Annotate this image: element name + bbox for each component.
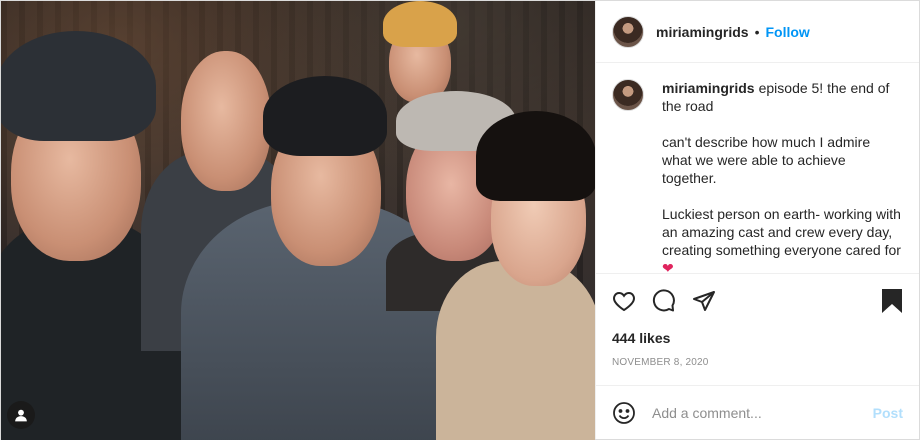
caption-line-3: Luckiest person on earth- working with a…: [662, 205, 903, 273]
comments-section: miriamingrids episode 5! the end of the r…: [596, 63, 919, 273]
caption-username[interactable]: miriamingrids: [662, 80, 755, 96]
tagged-users-button[interactable]: [7, 401, 35, 429]
share-button[interactable]: [692, 281, 732, 321]
smiley-face-icon: [613, 401, 635, 424]
follow-button[interactable]: Follow: [766, 24, 810, 40]
broken-heart-emoji-icon: ❤: [662, 260, 674, 273]
action-bar: [596, 273, 919, 327]
instagram-post: miriamingrids • Follow miriamingrids epis…: [0, 0, 920, 440]
bookmark-icon: [882, 288, 902, 313]
post-date[interactable]: NOVEMBER 8, 2020: [596, 349, 919, 385]
header-separator: •: [754, 23, 760, 40]
caption-avatar[interactable]: [612, 79, 644, 111]
post-header: miriamingrids • Follow: [596, 1, 919, 63]
post-details-panel: miriamingrids • Follow miriamingrids epis…: [595, 1, 919, 439]
person-tag-icon: [15, 409, 27, 422]
photo-person-6: [436, 111, 595, 440]
like-button[interactable]: [612, 281, 652, 321]
post-comment-button[interactable]: Post: [873, 405, 903, 421]
caption-third-line: Luckiest person on earth- working with a…: [662, 206, 901, 258]
add-comment-bar: Post: [596, 385, 919, 439]
caption: miriamingrids episode 5! the end of the r…: [612, 79, 903, 273]
emoji-picker-button[interactable]: [612, 401, 652, 425]
heart-outline-icon: [613, 291, 635, 311]
caption-line-2: can't describe how much I admire what we…: [662, 134, 871, 186]
comment-button[interactable]: [652, 281, 692, 321]
comment-bubble-icon: [652, 288, 675, 311]
save-button[interactable]: [863, 281, 903, 321]
paper-plane-icon: [693, 290, 715, 311]
caption-text: miriamingrids episode 5! the end of the r…: [662, 79, 903, 273]
comment-input[interactable]: [652, 404, 873, 421]
author-username[interactable]: miriamingrids: [656, 24, 749, 40]
author-avatar[interactable]: [612, 15, 644, 48]
like-count[interactable]: 444 likes: [596, 327, 919, 349]
post-photo[interactable]: [1, 1, 595, 440]
caption-line-1: miriamingrids episode 5! the end of the r…: [662, 79, 903, 115]
